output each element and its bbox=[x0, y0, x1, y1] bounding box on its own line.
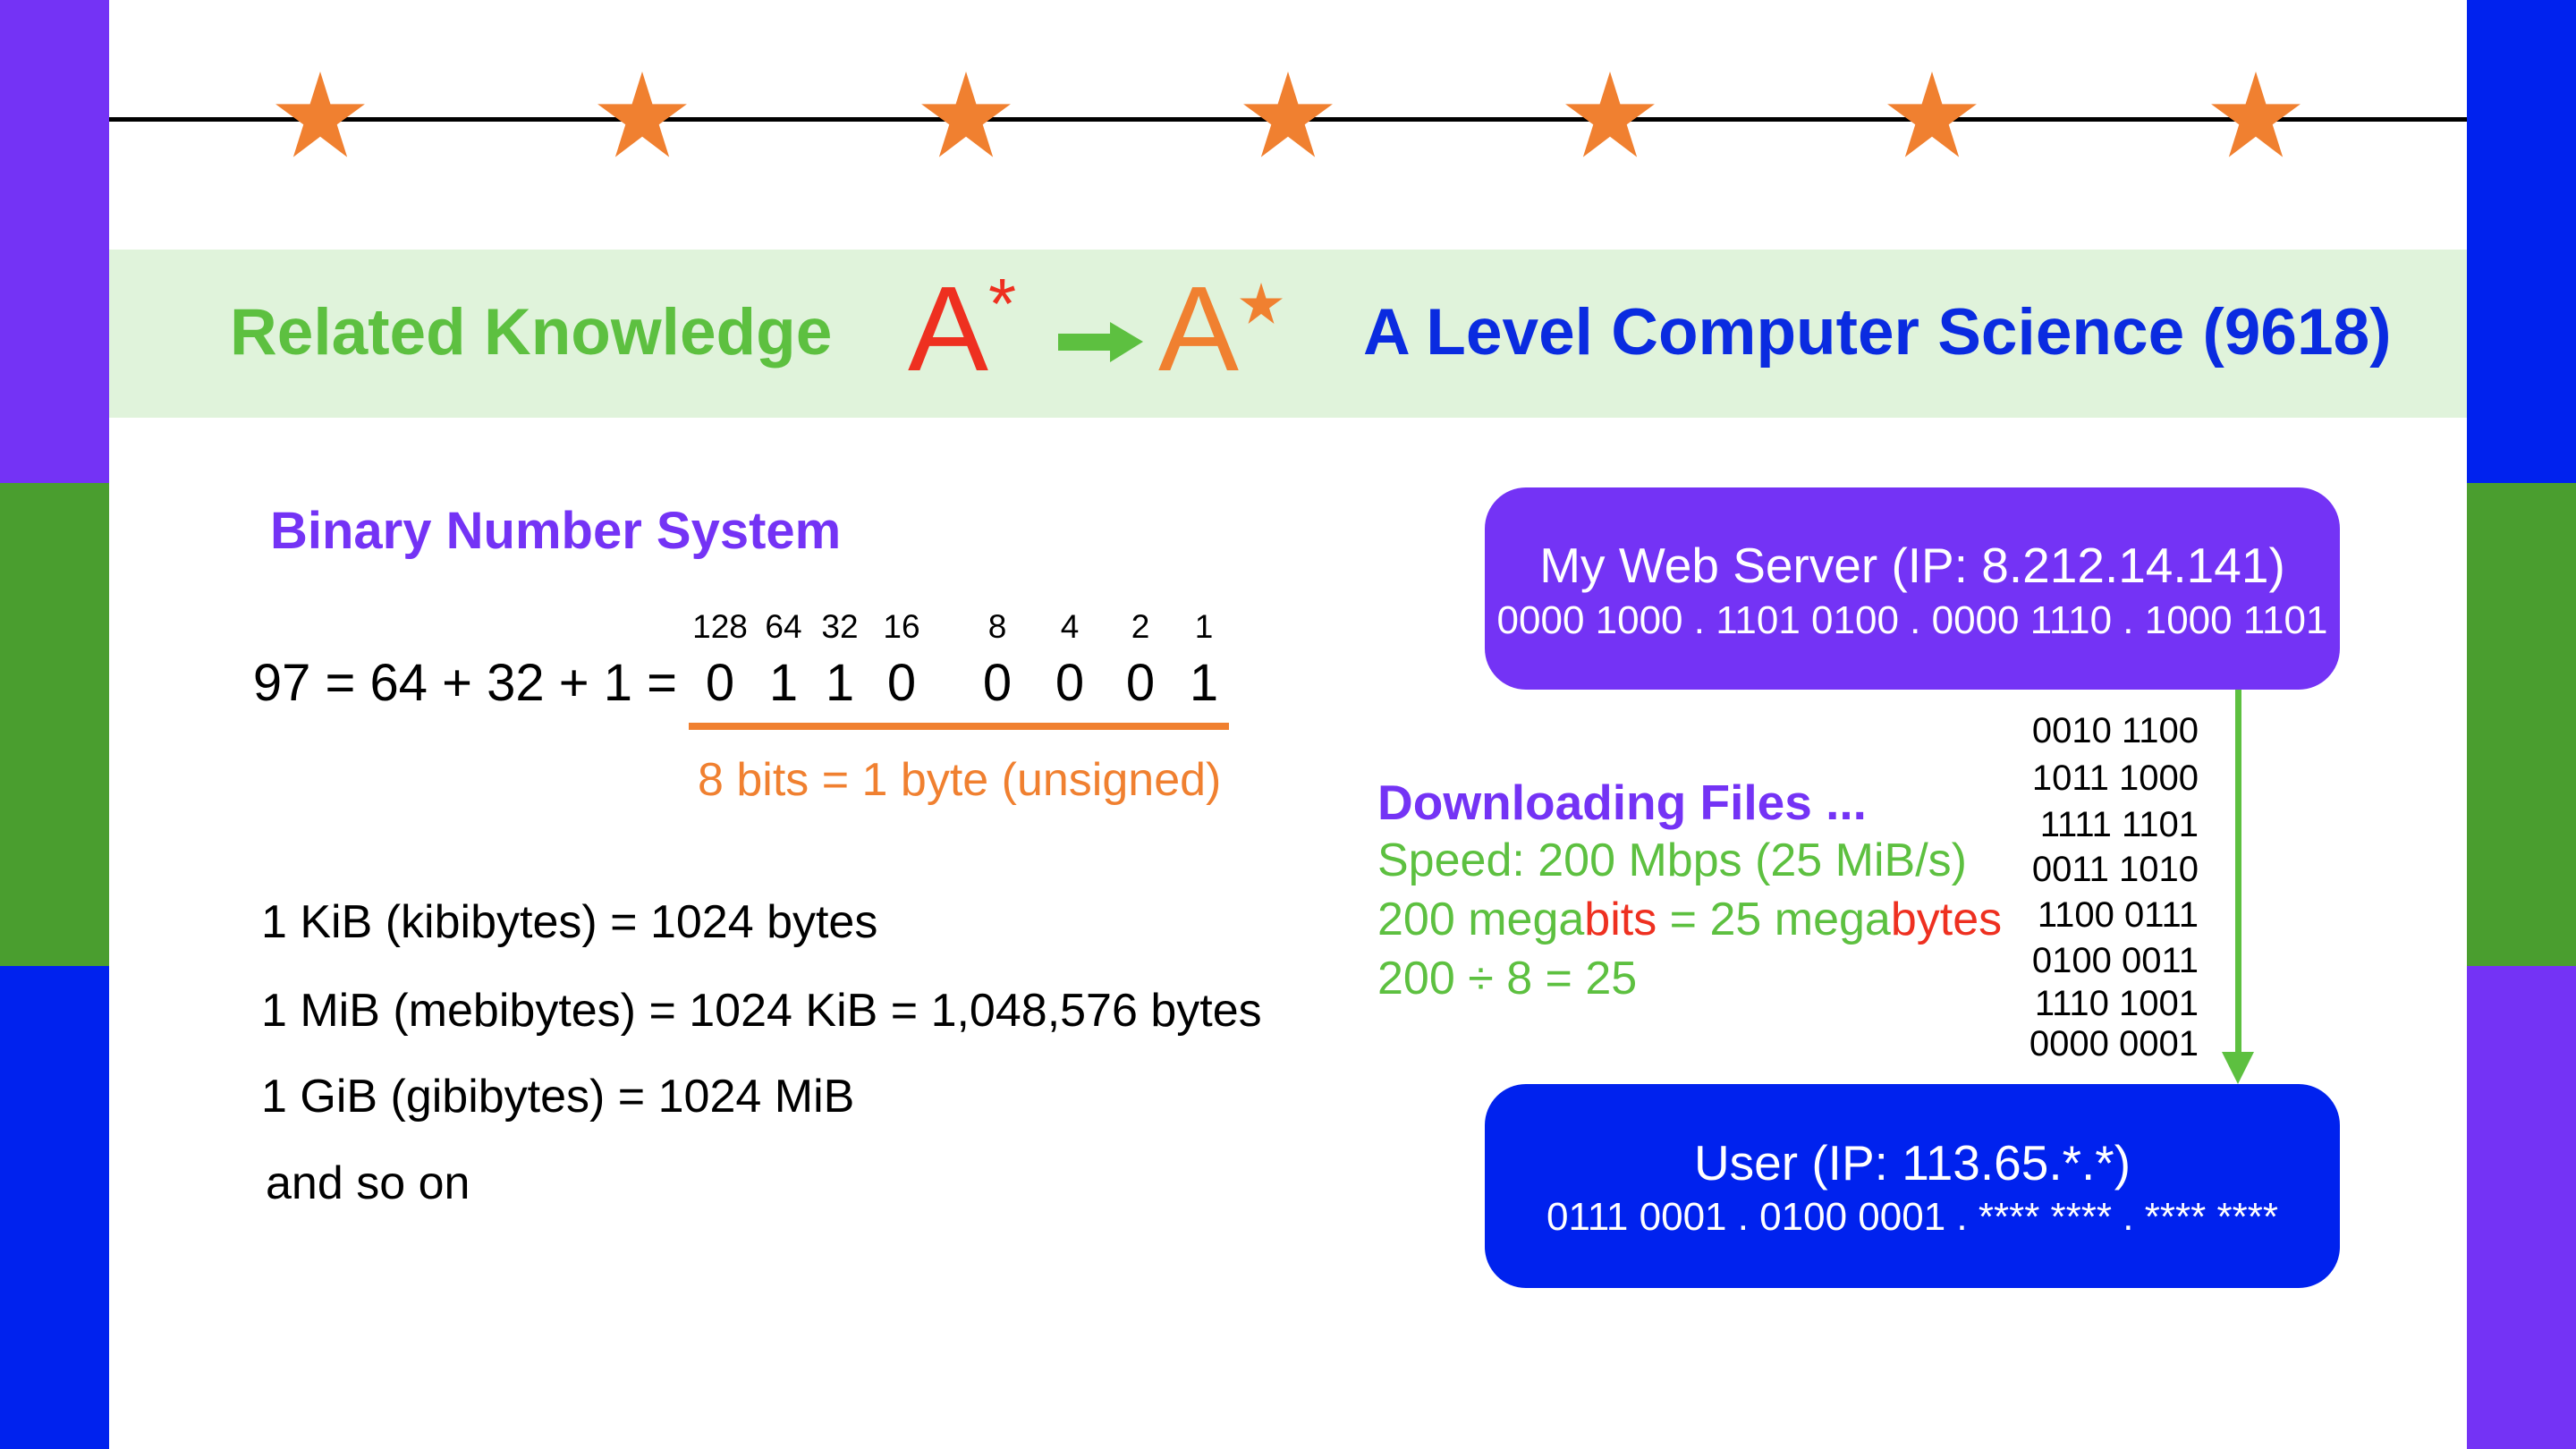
stream-byte: 0100 0011 bbox=[2031, 941, 2199, 980]
server-title: My Web Server (IP: 8.212.14.141) bbox=[1539, 538, 2285, 593]
binary-heading: Binary Number System bbox=[270, 502, 842, 560]
banner-left-text: Related Knowledge bbox=[230, 296, 833, 369]
bit-weight: 16 bbox=[883, 608, 920, 645]
grade-letter: A bbox=[1158, 261, 1240, 396]
server-box: My Web Server (IP: 8.212.14.141) 0000 10… bbox=[1485, 487, 2340, 690]
bit-weight: 1 bbox=[1194, 608, 1214, 645]
download-heading: Downloading Files ... bbox=[1377, 775, 1867, 830]
bit-value: 0 bbox=[1055, 654, 1085, 712]
bit-value: 1 bbox=[1189, 654, 1219, 712]
text-red: bytes bbox=[1890, 894, 2003, 945]
left-bar-green bbox=[0, 483, 109, 966]
right-bar-green bbox=[2467, 483, 2576, 966]
bit-value: 1 bbox=[768, 654, 799, 712]
bit-weight: 4 bbox=[1060, 608, 1080, 645]
bit-value: 0 bbox=[705, 654, 735, 712]
left-bar-blue bbox=[0, 966, 109, 1449]
stream-byte: 1011 1000 bbox=[2031, 758, 2199, 798]
stream-byte: 1100 0111 bbox=[2037, 895, 2199, 935]
star-icon bbox=[1243, 72, 1333, 157]
grade-letter: A bbox=[908, 261, 989, 396]
left-bar-purple bbox=[0, 0, 109, 483]
grade-a-star-orange: A bbox=[1158, 268, 1239, 389]
unit-line: 1 MiB (mebibytes) = 1024 KiB = 1,048,576… bbox=[261, 985, 1262, 1037]
unit-line: 1 KiB (kibibytes) = 1024 bytes bbox=[261, 896, 878, 948]
right-bar-blue bbox=[2467, 0, 2576, 483]
unit-line: 1 GiB (gibibytes) = 1024 MiB bbox=[261, 1071, 855, 1123]
unit-line: and so on bbox=[266, 1157, 470, 1209]
text-red: bits bbox=[1584, 894, 1657, 945]
bit-weight: 64 bbox=[765, 608, 802, 645]
bit-value: 0 bbox=[982, 654, 1013, 712]
byte-underline bbox=[689, 723, 1229, 730]
stream-byte: 0000 0001 bbox=[2029, 1024, 2199, 1063]
user-title: User (IP: 113.65.*.*) bbox=[1693, 1135, 2131, 1191]
text: 200 mega bbox=[1377, 894, 1585, 945]
right-bar-purple bbox=[2467, 966, 2576, 1449]
download-arrow bbox=[2222, 690, 2254, 1084]
bit-weight: 128 bbox=[692, 608, 748, 645]
stream-byte: 1111 1101 bbox=[2039, 805, 2199, 844]
asterisk: * bbox=[988, 264, 1017, 343]
bit-weight: 32 bbox=[821, 608, 859, 645]
star-icon bbox=[1240, 283, 1283, 324]
star-icon bbox=[597, 72, 687, 157]
download-speed: Speed: 200 Mbps (25 MiB/s) bbox=[1377, 835, 1967, 886]
user-box: User (IP: 113.65.*.*) 0111 0001 . 0100 0… bbox=[1485, 1084, 2340, 1288]
star-icon bbox=[921, 72, 1011, 157]
star-icon bbox=[275, 72, 365, 157]
star-icon bbox=[1887, 72, 1977, 157]
bit-value: 0 bbox=[1125, 654, 1156, 712]
grade-a-star-red: A* bbox=[908, 268, 1016, 390]
banner-right-text: A Level Computer Science (9618) bbox=[1363, 296, 2392, 369]
stream-byte: 0011 1010 bbox=[2031, 850, 2199, 889]
arrow-right-icon bbox=[1058, 322, 1143, 362]
star-icon bbox=[2211, 72, 2301, 157]
stream-byte: 1110 1001 bbox=[2034, 984, 2199, 1023]
bit-value: 1 bbox=[825, 654, 855, 712]
user-binary: 0111 0001 . 0100 0001 . **** **** . ****… bbox=[1546, 1195, 2278, 1239]
bits-bytes-line: 200 megabits = 25 megabytes bbox=[1377, 893, 2002, 946]
bit-value: 0 bbox=[886, 654, 917, 712]
star-icon bbox=[1565, 72, 1655, 157]
byte-note: 8 bits = 1 byte (unsigned) bbox=[698, 754, 1222, 806]
download-calc: 200 ÷ 8 = 25 bbox=[1377, 953, 1638, 1004]
bit-weight: 8 bbox=[987, 608, 1007, 645]
equation: 97 = 64 + 32 + 1 = bbox=[252, 654, 677, 712]
stream-byte: 0010 1100 bbox=[2031, 711, 2199, 750]
text: = 25 mega bbox=[1657, 894, 1891, 945]
server-binary: 0000 1000 . 1101 0100 . 0000 1110 . 1000… bbox=[1496, 598, 2328, 642]
bit-weight: 2 bbox=[1131, 608, 1150, 645]
